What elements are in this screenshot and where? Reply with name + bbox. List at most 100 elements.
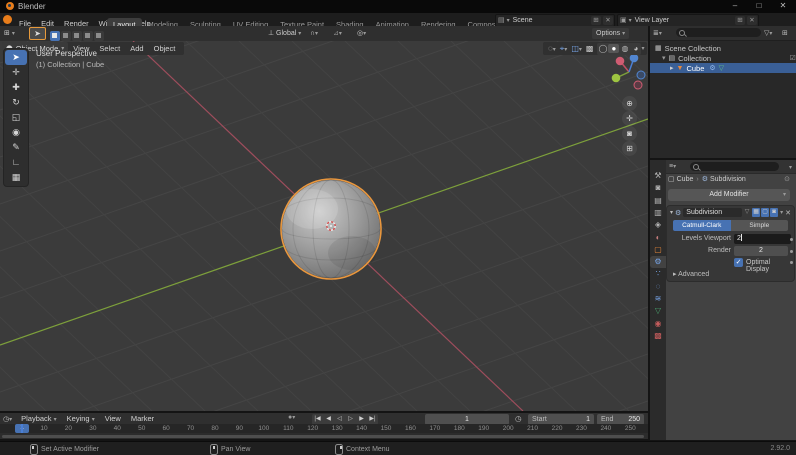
timeline-editor-icon[interactable]: ◷▾ xyxy=(3,415,12,423)
snap-target-dropdown[interactable]: ⊿▾ xyxy=(333,28,342,39)
pin-icon[interactable]: ⊙ xyxy=(784,175,790,183)
menu-marker[interactable]: Marker xyxy=(126,414,159,423)
optimal-display-checkbox[interactable]: ✓ xyxy=(734,258,743,267)
shading-wireframe-button[interactable]: ◯ xyxy=(597,44,608,53)
properties-tab-modifiers[interactable]: ⚙ xyxy=(650,256,666,269)
timeline-track-area[interactable] xyxy=(0,424,648,439)
menu-add[interactable]: Add xyxy=(125,44,148,53)
outliner-display-mode-dropdown[interactable]: ≣▾ xyxy=(653,29,662,37)
timeline-ruler[interactable]: 1 10203040506070809010011012013014015016… xyxy=(0,424,648,433)
properties-tab-view-layer[interactable]: ▥ xyxy=(650,207,666,219)
overlays-toggle[interactable]: ◫▾ xyxy=(569,44,584,53)
nav-toggle-perspective-button[interactable]: ⊞ xyxy=(622,141,637,156)
expand-icon[interactable]: ▸ xyxy=(670,64,674,72)
shading-rendered-button[interactable]: ◕ xyxy=(630,44,641,53)
properties-tab-output[interactable]: ▤ xyxy=(650,195,666,207)
animate-dot[interactable] xyxy=(790,250,793,253)
active-tool-button[interactable]: ➤ xyxy=(29,27,46,40)
transform-orientation-dropdown[interactable]: ⊥ Global ▾ xyxy=(268,28,302,39)
editor-type-button[interactable]: ⊞ ▾ xyxy=(4,28,15,39)
shading-dropdown[interactable]: ▾ xyxy=(641,45,644,52)
modifier-name-field[interactable]: Subdivision xyxy=(683,208,743,217)
timeline-scrollbar[interactable] xyxy=(2,434,644,438)
view-layer-remove-icon[interactable]: ✕ xyxy=(747,16,757,25)
filter-dropdown[interactable]: ▽▾ xyxy=(764,29,772,37)
delete-modifier-icon[interactable]: ✕ xyxy=(785,209,791,217)
breadcrumb-object[interactable]: Cube xyxy=(677,176,694,183)
outliner-row-cube[interactable]: ▸ ▼ Cube ⚙ ▽ ◉ xyxy=(650,63,796,73)
nav-pan-button[interactable]: ✛ xyxy=(622,111,637,126)
tool-annotate[interactable]: ✎ xyxy=(5,140,27,155)
nav-zoom-button[interactable]: ⊕ xyxy=(622,96,637,111)
maximize-button[interactable]: □ xyxy=(748,0,770,12)
gizmos-toggle[interactable]: ⌖▾ xyxy=(558,44,570,54)
auto-keying-toggle[interactable]: ●▾ xyxy=(288,414,295,421)
realtime-toggle[interactable]: ▢ xyxy=(761,208,770,217)
outliner-row-collection[interactable]: ▾ ▤ Collection ☑◉ xyxy=(650,53,796,63)
menu-playback[interactable]: Playback ▾ xyxy=(16,414,62,423)
outliner-row-scene-collection[interactable]: ▦ Scene Collection xyxy=(650,43,796,53)
render-toggle[interactable]: ◙ xyxy=(770,208,779,217)
visibility-dropdown[interactable]: ◌▾ xyxy=(546,44,558,53)
select-mode-intersect[interactable] xyxy=(94,31,104,41)
tool-add-cube[interactable]: ▦ xyxy=(5,170,27,185)
advanced-section-header[interactable]: ▸ Advanced xyxy=(673,270,709,278)
close-button[interactable]: ✕ xyxy=(772,0,794,12)
properties-tab-render[interactable]: ◙ xyxy=(650,182,666,194)
collection-checkbox[interactable]: ☑ xyxy=(790,54,796,62)
properties-options-dropdown[interactable]: ▾ xyxy=(789,164,792,171)
scene-unlink-icon[interactable]: ✕ xyxy=(603,16,613,25)
properties-tab-object-data[interactable]: ▽ xyxy=(650,305,666,317)
current-frame-field[interactable]: 1 xyxy=(425,413,509,425)
viewport-canvas[interactable] xyxy=(0,41,648,411)
menu-keying[interactable]: Keying ▾ xyxy=(62,414,100,423)
select-mode-invert[interactable] xyxy=(83,31,93,41)
scene-new-icon[interactable]: ⊞ xyxy=(591,16,601,25)
menu-object[interactable]: Object xyxy=(149,44,181,53)
next-keyframe-button[interactable]: ▶ xyxy=(356,414,367,425)
nav-camera-view-button[interactable]: ◙ xyxy=(622,126,637,141)
xray-toggle[interactable]: ▩ xyxy=(584,44,596,53)
levels-viewport-field[interactable]: 2 xyxy=(734,234,791,244)
minimize-button[interactable]: – xyxy=(724,0,746,12)
tool-scale[interactable]: ◱ xyxy=(5,110,27,125)
extras-dropdown[interactable]: ▾ xyxy=(780,209,783,216)
options-dropdown[interactable]: Options ▾ xyxy=(592,28,630,39)
edit-mode-toggle[interactable]: ▦ xyxy=(752,208,761,217)
view-layer-new-icon[interactable]: ⊞ xyxy=(735,16,745,25)
tool-select-box[interactable]: ➤ xyxy=(5,50,27,65)
select-mode-subtract[interactable] xyxy=(72,31,82,41)
add-modifier-button[interactable]: Add Modifier ▾ xyxy=(668,189,790,201)
properties-tab-tool[interactable]: ⚒ xyxy=(650,170,666,182)
tool-rotate[interactable]: ↻ xyxy=(5,95,27,110)
shading-material-preview-button[interactable]: ◍ xyxy=(619,44,630,53)
menu-view-timeline[interactable]: View xyxy=(100,414,126,423)
shading-solid-button[interactable]: ● xyxy=(608,44,620,53)
proportional-editing-toggle[interactable]: ◎▾ xyxy=(357,28,367,39)
play-button[interactable]: ▷ xyxy=(345,414,356,425)
outliner-search-input[interactable] xyxy=(676,28,761,37)
properties-tab-physics[interactable]: ◌ xyxy=(650,281,666,293)
prev-keyframe-button[interactable]: ◀ xyxy=(323,414,334,425)
menu-select[interactable]: Select xyxy=(94,44,125,53)
select-mode-extend[interactable] xyxy=(61,31,71,41)
on-cage-toggle[interactable]: ▽ xyxy=(743,208,751,217)
frame-start-field[interactable]: Start 1 xyxy=(528,413,594,425)
select-mode-set[interactable] xyxy=(50,31,60,41)
properties-editor-icon[interactable]: ≡▾ xyxy=(669,163,676,170)
frame-end-field[interactable]: End 250 xyxy=(597,413,644,425)
properties-tab-object[interactable]: ▢ xyxy=(650,244,666,256)
app-menu-icon[interactable] xyxy=(3,15,12,24)
animate-dot[interactable] xyxy=(790,261,793,264)
jump-to-start-button[interactable]: |◀ xyxy=(312,414,323,425)
breadcrumb-modifier[interactable]: Subdivision xyxy=(710,176,746,183)
tool-move[interactable]: ✚ xyxy=(5,80,27,95)
simple-button[interactable]: Simple xyxy=(730,220,788,231)
properties-tab-scene[interactable]: ◈ xyxy=(650,219,666,231)
snap-toggle[interactable]: ∩▾ xyxy=(310,28,319,39)
new-collection-button[interactable]: ⊞ xyxy=(782,29,788,37)
jump-to-end-button[interactable]: ▶| xyxy=(367,414,378,425)
collapse-icon[interactable]: ▾ xyxy=(670,209,673,216)
prev-frame-button[interactable]: ◁ xyxy=(334,414,345,425)
viewport-3d[interactable]: ⊞ ▾ ➤ ⊥ Global ▾ ∩▾ ⊿▾ ◎▾ Options ▾ Obje… xyxy=(0,26,648,411)
